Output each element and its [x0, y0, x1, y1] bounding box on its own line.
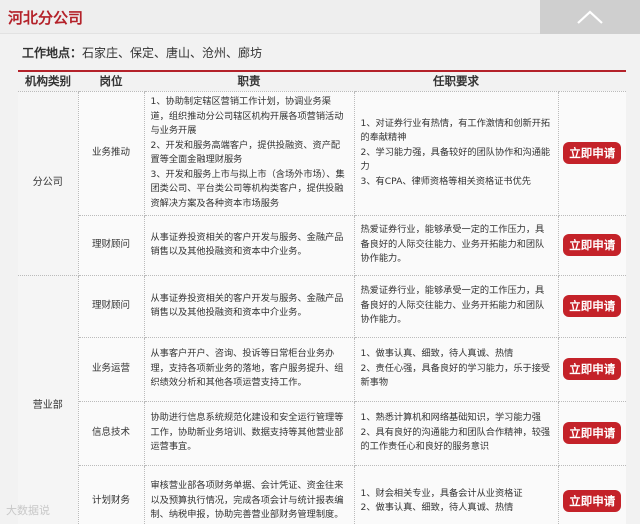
duties-cell: 从事证券投资相关的客户开发与服务、金融产品销售以及其他投融资和资本中介业务。 [144, 275, 355, 338]
chevron-up-icon [577, 10, 603, 24]
requirement-line: 2、具有良好的沟通能力和团队合作精神，较强的工作责任心和良好的服务意识 [360, 426, 551, 453]
requirement-line: 热爱证券行业，能够承受一定的工作压力，具备良好的人际交往能力、业务开拓能力和团队… [360, 285, 545, 326]
position-cell: 业务运营 [78, 337, 145, 402]
action-cell: 立即申请 [558, 215, 626, 276]
table-row: 分公司 业务推动 1、协助制定辖区营销工作计划，协调业务渠道，组织推动分公司辖区机构… [18, 91, 626, 276]
work-location-value: 石家庄、保定、唐山、沧州、廊坊 [82, 46, 263, 60]
work-location: 工作地点：石家庄、保定、唐山、沧州、廊坊 [22, 44, 262, 61]
table-row: 信息技术 协助进行信息系统规范化建设和安全运行管理等工作，协助新业务培训、数据支持… [18, 401, 626, 466]
table-row: 营业部 理财顾问 从事证券投资相关的客户开发与服务、金融产品销售以及其他投融资和资本… [18, 275, 626, 524]
action-cell: 立即申请 [558, 337, 626, 402]
table-row: 理财顾问 从事证券投资相关的客户开发与服务、金融产品销售以及其他投融资和资本中介业… [18, 215, 626, 276]
action-cell: 立即申请 [558, 275, 626, 338]
requirements-cell: 1、做事认真、细致，待人真诚、热情 2、责任心强，具备良好的学习能力，乐于接受新事… [354, 337, 559, 402]
requirement-line: 2、学习能力强，具备较好的团队协作和沟通能力 [360, 146, 551, 173]
column-header-duties: 职责 [144, 70, 354, 92]
requirements-cell: 热爱证券行业，能够承受一定的工作压力，具备良好的人际交往能力、业务开拓能力和团队… [354, 215, 559, 276]
requirement-line: 3、有CPA、律师资格等相关资格证书优先 [360, 175, 532, 187]
jobs-table-wrapper: 机构类别 岗位 职责 任职要求 分公司 业务推动 1、协助制定辖区营销工作计划，协调… [18, 70, 626, 524]
requirement-line: 1、熟悉计算机和网络基础知识，学习能力强 [360, 412, 541, 424]
requirements-cell: 1、财会相关专业，具备会计从业资格证 2、做事认真、细致，待人真诚、热情 [354, 465, 559, 524]
duties-cell: 1、协助制定辖区营销工作计划，协调业务渠道，组织推动分公司辖区机构开展各项营销活… [144, 91, 355, 216]
action-cell: 立即申请 [558, 465, 626, 524]
requirement-line: 热爱证券行业，能够承受一定的工作压力，具备良好的人际交往能力、业务开拓能力和团队… [360, 224, 545, 265]
table-body: 分公司 业务推动 1、协助制定辖区营销工作计划，协调业务渠道，组织推动分公司辖区机构… [18, 91, 626, 524]
table-row: 计划财务 审核营业部各项财务单据、会计凭证、资金往来以及预算执行情况，完成各项会计… [18, 465, 626, 524]
position-cell: 理财顾问 [78, 275, 145, 338]
duty-line: 1、协助制定辖区营销工作计划，协调业务渠道，组织推动分公司辖区机构开展各项营销活… [150, 96, 344, 136]
duty-line: 2、开发和服务高端客户，提供投融资、资产配置等全面金融理财服务 [150, 139, 341, 166]
column-header-position: 岗位 [78, 70, 144, 92]
action-cell: 立即申请 [558, 91, 626, 216]
duties-cell: 协助进行信息系统规范化建设和安全运行管理等工作，协助新业务培训、数据支持等其他营… [144, 401, 355, 466]
section-header: 河北分公司 [0, 0, 640, 34]
requirement-line: 1、对证券行业有热情，有工作激情和创新开拓的奉献精神 [360, 117, 551, 144]
requirement-line: 2、责任心强，具备良好的学习能力，乐于接受新事物 [360, 362, 551, 389]
apply-button[interactable]: 立即申请 [563, 358, 622, 380]
table-header-row: 机构类别 岗位 职责 任职要求 [18, 70, 626, 92]
position-cell: 计划财务 [78, 465, 145, 524]
category-cell: 分公司 [18, 91, 79, 276]
duty-line: 3、开发和服务上市与拟上市（含场外市场）、集团类公司、平台类公司等机构类客户，提… [150, 168, 345, 209]
apply-button[interactable]: 立即申请 [563, 142, 622, 164]
watermark: 大数据说 [6, 504, 50, 517]
column-header-category: 机构类别 [18, 70, 78, 92]
duty-line: 协助进行信息系统规范化建设和安全运行管理等工作，协助新业务培训、数据支持等其他营… [150, 412, 344, 453]
category-cell: 营业部 [18, 275, 79, 524]
requirement-line: 2、做事认真、细致，待人真诚、热情 [360, 502, 514, 513]
duty-line: 从事证券投资相关的客户开发与服务、金融产品销售以及其他投融资和资本中介业务。 [150, 292, 344, 319]
column-header-action [558, 70, 626, 92]
requirement-line: 1、财会相关专业，具备会计从业资格证 [360, 487, 523, 499]
action-cell: 立即申请 [558, 401, 626, 466]
duty-line: 审核营业部各项财务单据、会计凭证、资金往来以及预算执行情况，完成各项会计与统计报… [150, 480, 344, 521]
work-location-label: 工作地点： [22, 46, 83, 60]
requirements-cell: 1、熟悉计算机和网络基础知识，学习能力强 2、具有良好的沟通能力和团队合作精神，较… [354, 401, 559, 466]
collapse-button[interactable] [540, 0, 640, 34]
apply-button[interactable]: 立即申请 [563, 490, 622, 512]
requirements-cell: 1、对证券行业有热情，有工作激情和创新开拓的奉献精神 2、学习能力强，具备较好的团… [354, 91, 559, 216]
requirement-line: 1、做事认真、细致，待人真诚、热情 [360, 348, 514, 360]
apply-button[interactable]: 立即申请 [563, 295, 622, 317]
duty-line: 从事证券投资相关的客户开发与服务、金融产品销售以及其他投融资和资本中介业务。 [150, 231, 344, 258]
position-cell: 理财顾问 [78, 215, 145, 276]
apply-button[interactable]: 立即申请 [563, 234, 622, 256]
position-cell: 信息技术 [78, 401, 145, 466]
apply-button[interactable]: 立即申请 [563, 422, 622, 444]
table-row: 业务运营 从事客户开户、咨询、投诉等日常柜台业务办理，支持各项新业务的落地，客户服… [18, 337, 626, 402]
position-cell: 业务推动 [78, 91, 145, 216]
requirements-cell: 热爱证券行业，能够承受一定的工作压力，具备良好的人际交往能力、业务开拓能力和团队… [354, 275, 559, 338]
jobs-table: 机构类别 岗位 职责 任职要求 分公司 业务推动 1、协助制定辖区营销工作计划，协调… [18, 70, 626, 524]
column-header-requirements: 任职要求 [354, 70, 558, 92]
duties-cell: 从事证券投资相关的客户开发与服务、金融产品销售以及其他投融资和资本中介业务。 [144, 215, 355, 276]
section-title: 河北分公司 [8, 9, 84, 27]
duties-cell: 从事客户开户、咨询、投诉等日常柜台业务办理，支持各项新业务的落地，客户服务提升、… [144, 337, 355, 402]
duties-cell: 审核营业部各项财务单据、会计凭证、资金往来以及预算执行情况，完成各项会计与统计报… [144, 465, 355, 524]
duty-line: 从事客户开户、咨询、投诉等日常柜台业务办理，支持各项新业务的落地，客户服务提升、… [150, 348, 344, 389]
